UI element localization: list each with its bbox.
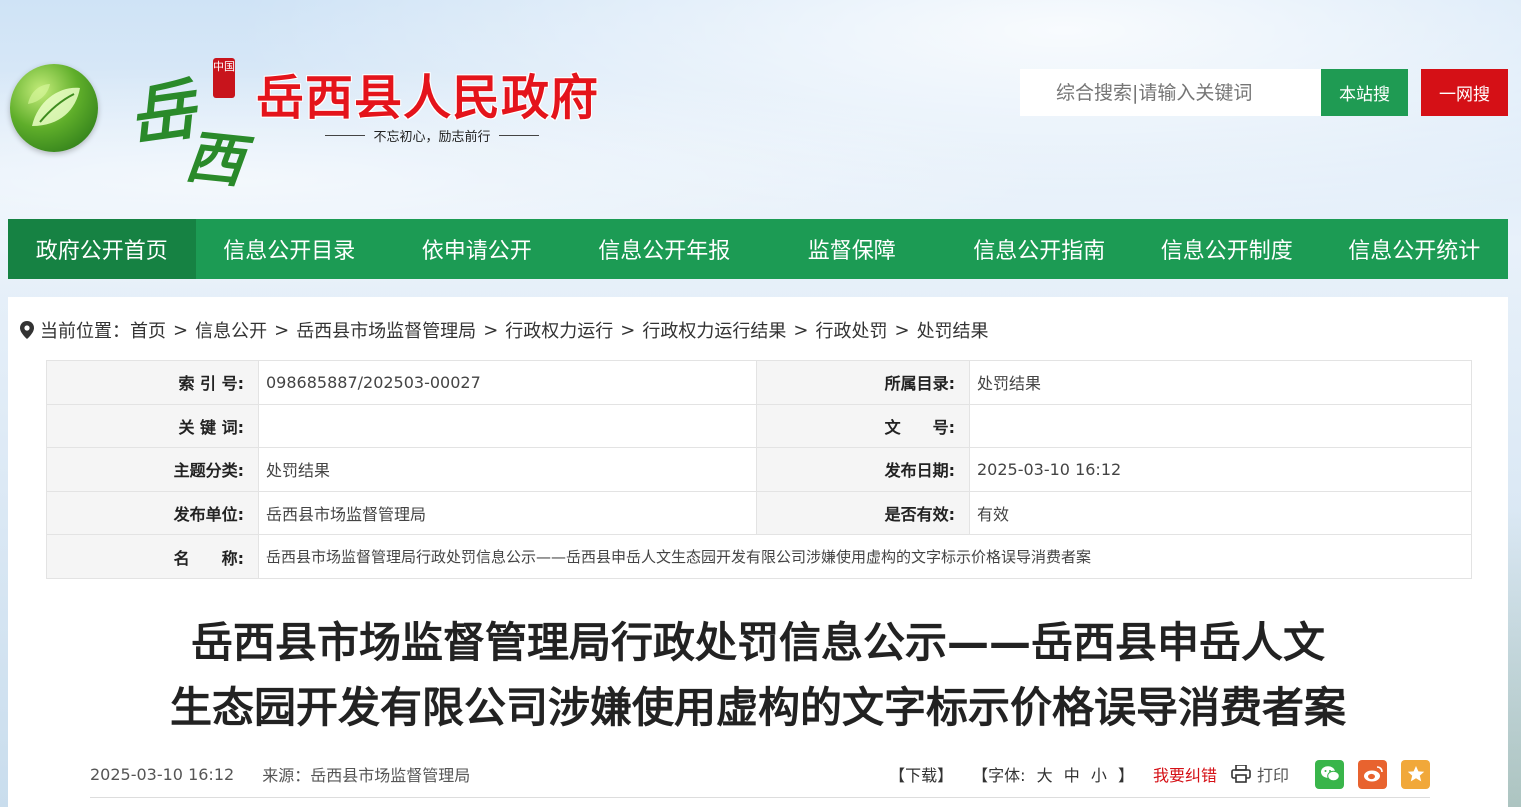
nav-item-supervision[interactable]: 监督保障 [758, 219, 946, 279]
breadcrumb: 当前位置： 首页 > 信息公开 > 岳西县市场监督管理局 > 行政权力运行 > … [20, 317, 989, 343]
breadcrumb-bureau[interactable]: 岳西县市场监督管理局 [296, 317, 476, 343]
table-row: 关 键 词: 文 号: [46, 403, 1472, 449]
doc-no-label: 文 号: [756, 403, 970, 449]
breadcrumb-separator: > [793, 319, 809, 341]
download-link[interactable]: 【下载】 [889, 762, 953, 786]
main-nav: 政府公开首页 信息公开目录 依申请公开 信息公开年报 监督保障 信息公开指南 信… [8, 219, 1508, 279]
breadcrumb-prefix: 当前位置： [40, 321, 130, 342]
breadcrumb-penalty-result[interactable]: 处罚结果 [917, 317, 989, 343]
weibo-share-icon[interactable] [1358, 759, 1387, 789]
article-title-line-1: 岳西县市场监督管理局行政处罚信息公示——岳西县申岳人文 [190, 618, 1325, 667]
slogan-line-right [498, 134, 539, 136]
valid-value: 有效 [969, 490, 1472, 536]
pub-date-value: 2025-03-10 16:12 [969, 447, 1472, 492]
publisher-value: 岳西县市场监督管理局 [258, 490, 757, 536]
table-row: 发布单位: 岳西县市场监督管理局 是否有效: 有效 [46, 490, 1472, 536]
china-seal: 中国 [213, 58, 235, 98]
print-label: 打印 [1256, 766, 1289, 785]
article-title-line-2: 生态园开发有限公司涉嫌使用虚构的文字标示价格误导消费者案 [169, 683, 1346, 732]
name-value: 岳西县市场监督管理局行政处罚信息公示——岳西县申岳人文生态园开发有限公司涉嫌使用… [258, 534, 1472, 579]
index-label: 索 引 号: [46, 360, 259, 405]
catalog-value: 处罚结果 [969, 360, 1472, 405]
breadcrumb-separator: > [173, 319, 189, 341]
topic-label: 主题分类: [46, 447, 259, 492]
font-label: 【字体: [972, 766, 1026, 785]
content-panel: 当前位置： 首页 > 信息公开 > 岳西县市场监督管理局 > 行政权力运行 > … [8, 297, 1508, 807]
nav-item-request[interactable]: 依申请公开 [383, 219, 571, 279]
article-source: 来源：岳西县市场监督管理局 [262, 766, 471, 785]
breadcrumb-separator: > [274, 319, 290, 341]
print-button[interactable]: 打印 [1231, 762, 1289, 786]
breadcrumb-penalty[interactable]: 行政处罚 [815, 317, 887, 343]
nav-item-catalog[interactable]: 信息公开目录 [196, 219, 384, 279]
keyword-value [258, 403, 757, 449]
catalog-label: 所属目录: [756, 360, 970, 405]
breadcrumb-admin-power[interactable]: 行政权力运行 [505, 317, 613, 343]
nav-item-guide[interactable]: 信息公开指南 [946, 219, 1134, 279]
calligraphy-logo: 岳 西 [124, 60, 258, 196]
breadcrumb-info-public[interactable]: 信息公开 [195, 317, 267, 343]
site-title[interactable]: 岳西县人民政府 [256, 58, 599, 128]
article-title: 岳西县市场监督管理局行政处罚信息公示——岳西县申岳人文 生态园开发有限公司涉嫌使… [48, 610, 1468, 740]
breadcrumb-separator: > [620, 319, 636, 341]
index-value: 098685887/202503-00027 [258, 360, 757, 405]
slogan-row: 不忘初心，励志前行 [312, 125, 552, 145]
pub-date-label: 发布日期: [756, 447, 970, 492]
report-error-link[interactable]: 我要纠错 [1153, 762, 1217, 786]
global-search-button[interactable]: 一网搜 [1421, 69, 1508, 116]
header: 岳 西 中国 岳西县人民政府 不忘初心，励志前行 本站搜 一网搜 [0, 0, 1521, 215]
font-medium-button[interactable]: 中 [1064, 766, 1080, 785]
font-close: 】 [1117, 766, 1134, 785]
topic-value: 处罚结果 [258, 447, 757, 492]
nav-item-annual-report[interactable]: 信息公开年报 [571, 219, 759, 279]
publisher-label: 发布单位: [46, 490, 259, 536]
keyword-label: 关 键 词: [46, 403, 259, 449]
search-input[interactable] [1020, 69, 1321, 116]
name-label: 名 称: [46, 534, 259, 579]
favorite-star-icon[interactable] [1401, 759, 1430, 789]
printer-icon [1231, 765, 1251, 783]
article-date: 2025-03-10 16:12 [90, 764, 235, 784]
doc-no-value [969, 403, 1472, 449]
table-row: 名 称: 岳西县市场监督管理局行政处罚信息公示——岳西县申岳人文生态园开发有限公… [46, 534, 1472, 579]
wechat-share-icon[interactable] [1315, 759, 1344, 789]
article-meta: 2025-03-10 16:12 来源：岳西县市场监督管理局 【下载】 【字体:… [90, 759, 1430, 789]
breadcrumb-separator: > [483, 319, 499, 341]
slogan: 不忘初心，励志前行 [373, 129, 491, 145]
font-size-controls: 【字体: 大 中 小 】 [969, 762, 1137, 786]
font-large-button[interactable]: 大 [1037, 766, 1053, 785]
calligraphy-char-xi: 西 [182, 122, 247, 196]
slogan-line-left [325, 134, 366, 136]
leaf-logo-icon[interactable] [10, 64, 98, 152]
meta-table: 索 引 号: 098685887/202503-00027 所属目录: 处罚结果… [46, 360, 1472, 579]
breadcrumb-admin-result[interactable]: 行政权力运行结果 [642, 317, 786, 343]
nav-item-statistics[interactable]: 信息公开统计 [1321, 219, 1509, 279]
nav-item-system[interactable]: 信息公开制度 [1133, 219, 1321, 279]
table-row: 索 引 号: 098685887/202503-00027 所属目录: 处罚结果 [46, 360, 1472, 405]
table-row: 主题分类: 处罚结果 发布日期: 2025-03-10 16:12 [46, 447, 1472, 492]
article-divider [90, 797, 1430, 798]
font-small-button[interactable]: 小 [1091, 766, 1107, 785]
breadcrumb-home[interactable]: 首页 [130, 317, 166, 343]
valid-label: 是否有效: [756, 490, 970, 536]
site-search-button[interactable]: 本站搜 [1321, 69, 1408, 116]
location-pin-icon [20, 321, 34, 339]
breadcrumb-separator: > [894, 319, 910, 341]
nav-item-home[interactable]: 政府公开首页 [8, 219, 196, 279]
